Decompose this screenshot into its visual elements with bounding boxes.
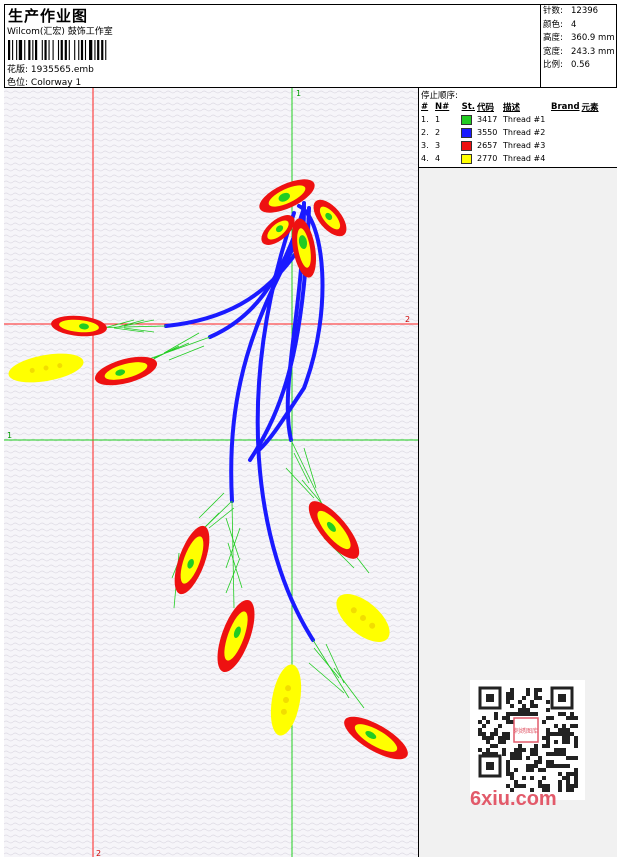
color-swatch <box>461 140 472 151</box>
guide-label-vertical-red: 2 <box>96 849 101 857</box>
col-hash: # <box>421 101 429 112</box>
design-file-label: 花版: <box>7 65 29 75</box>
guide-label-vertical-green: 1 <box>296 89 301 98</box>
qr-stamp-text: 刺绣图库 <box>514 727 538 735</box>
col-code: 代码 <box>477 102 495 113</box>
colorway-value: Colorway 1 <box>30 78 82 88</box>
col-desc: 描述 <box>503 102 521 113</box>
watermark: 6xiu.com <box>470 788 557 810</box>
design-canvas[interactable]: 2 1 2 1 <box>4 88 419 857</box>
thread-side-panel: 停止顺序: # N# St. 代码 描述 Brand 元素 1. 1 3417 … <box>419 88 617 857</box>
thread-legend: 停止顺序: # N# St. 代码 描述 Brand 元素 1. 1 3417 … <box>419 88 617 168</box>
page-title: 生产作业图 <box>8 7 89 25</box>
thread-row[interactable]: 4. 4 2770 Thread #4 <box>419 152 599 165</box>
thread-table: # N# St. 代码 描述 Brand 元素 1. 1 3417 Thread… <box>419 100 599 165</box>
studio-subtitle: Wilcom(汇宏) 鼓饰工作室 <box>7 27 113 37</box>
colorway-label: 色位: <box>7 78 29 88</box>
qr-code: 刺绣图库 <box>470 680 585 800</box>
color-swatch <box>461 114 472 125</box>
col-n: N# <box>435 101 450 112</box>
guide-label-horizontal-red: 2 <box>405 315 410 324</box>
stat-width: 宽度: 243.3 mm <box>543 46 615 57</box>
stats-list: 针数: 12396 颜色: 4 高度: 360.9 mm 宽度: 243.3 mm 比例… <box>543 5 615 73</box>
design-file-value: 1935565.emb <box>30 65 94 75</box>
fabric-background <box>4 88 418 857</box>
stat-colors: 颜色: 4 <box>543 19 577 30</box>
color-swatch <box>461 127 472 138</box>
stat-stitches: 针数: 12396 <box>543 6 599 16</box>
col-brand: Brand <box>551 101 580 112</box>
stat-height: 高度: 360.9 mm <box>543 33 615 43</box>
stat-scale: 比例: 0.56 <box>543 60 590 70</box>
thread-row[interactable]: 2. 2 3550 Thread #2 <box>419 126 599 139</box>
embroidery-preview: 2 1 2 1 <box>4 88 418 857</box>
thread-row[interactable]: 3. 3 2657 Thread #3 <box>419 139 599 152</box>
col-element: 元素 <box>581 102 599 113</box>
guide-label-horizontal-green: 1 <box>7 431 12 440</box>
col-st: St. <box>461 101 475 112</box>
design-file-row: 花版: 1935565.emb <box>7 62 94 75</box>
header-panel: 生产作业图 Wilcom(汇宏) 鼓饰工作室 花版: 1935565.emb 色… <box>4 4 541 88</box>
color-swatch <box>461 153 472 164</box>
barcode <box>8 40 107 60</box>
colorway-row: 色位: Colorway 1 <box>7 75 81 88</box>
thread-table-header: # N# St. 代码 描述 Brand 元素 <box>419 100 599 113</box>
thread-row[interactable]: 1. 1 3417 Thread #1 <box>419 113 599 126</box>
stats-panel: 针数: 12396 颜色: 4 高度: 360.9 mm 宽度: 243.3 mm 比例… <box>540 4 617 88</box>
